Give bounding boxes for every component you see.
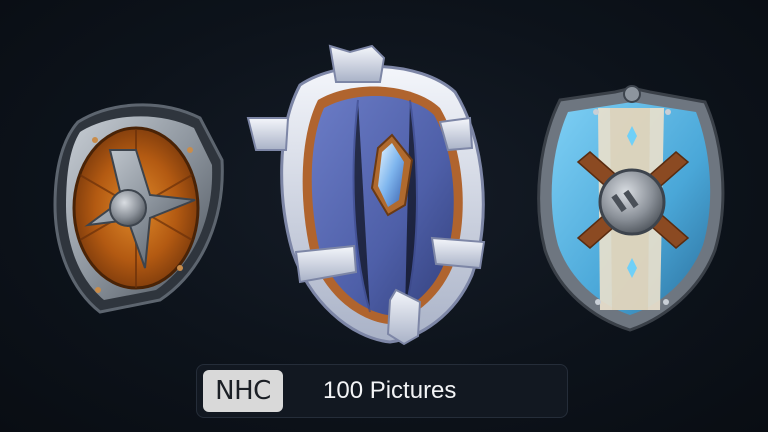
crystal-kite-shield bbox=[246, 44, 486, 346]
blue-heater-shield bbox=[537, 85, 725, 332]
picture-count-caption: 100 Pictures bbox=[323, 377, 457, 404]
caption-badge: NHC 100 Pictures bbox=[196, 364, 568, 418]
artwork-stage: NHC 100 Pictures bbox=[0, 0, 768, 432]
round-wooden-shield bbox=[53, 103, 224, 314]
brand-logo: NHC bbox=[203, 370, 283, 412]
